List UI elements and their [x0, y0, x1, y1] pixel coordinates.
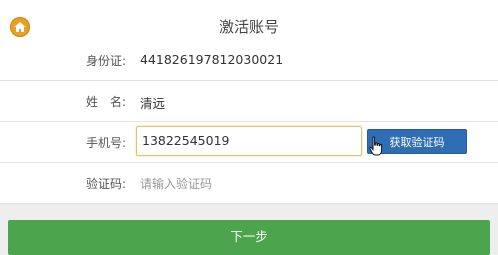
code-input[interactable]: 请输入验证码: [140, 175, 212, 192]
name-label: 姓 名:: [85, 95, 126, 109]
page-title: 激活账号: [218, 18, 279, 36]
id-card-value: 441826197812030021: [140, 52, 284, 67]
name-row: 姓 名: 清远: [0, 81, 498, 122]
activation-form: 身份证: 441826197812030021 姓 名: 清远 手机号: 138…: [0, 40, 498, 204]
id-card-label: 身份证:: [85, 54, 126, 68]
next-step-button[interactable]: 下一步: [8, 220, 490, 255]
phone-input[interactable]: 13822545019: [136, 126, 362, 156]
name-value: 清远: [140, 96, 166, 111]
code-label: 验证码:: [85, 177, 126, 191]
code-row: 验证码: 请输入验证码: [0, 163, 498, 204]
id-card-row: 身份证: 441826197812030021: [0, 40, 498, 81]
phone-label: 手机号:: [85, 136, 126, 150]
hand-cursor-icon: [369, 136, 383, 156]
phone-row: 手机号: 13822545019 获取验证码: [0, 122, 498, 163]
